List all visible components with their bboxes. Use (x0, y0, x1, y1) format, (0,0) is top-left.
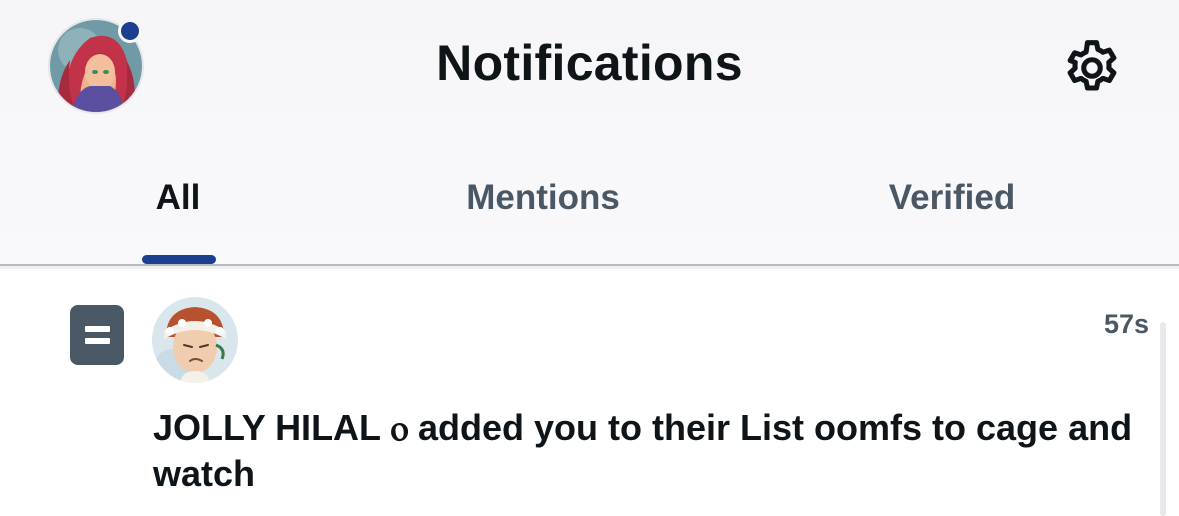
tab-label: All (155, 178, 201, 217)
tab-label: Mentions (466, 178, 620, 217)
tab-label: Verified (888, 178, 1016, 217)
timestamp: 57s (1103, 309, 1149, 339)
settings-button[interactable] (1058, 34, 1126, 102)
header: Notifications All Mentions Verified (0, 0, 1179, 265)
sender-symbol: ⲟ (390, 407, 409, 448)
tab-bar: All Mentions Verified (0, 172, 1179, 265)
list-icon (70, 305, 124, 365)
page-title: Notifications (436, 35, 743, 91)
sender-name[interactable]: JOLLY HILAL (153, 407, 390, 448)
gear-icon (1067, 40, 1117, 91)
active-tab-indicator (142, 255, 216, 264)
sender-avatar[interactable] (152, 297, 238, 383)
notification-item[interactable]: 57s JOLLY HILAL ⲟ added you to their Lis… (0, 269, 1179, 516)
notification-text: JOLLY HILAL ⲟ added you to their List oo… (153, 405, 1153, 497)
sender-avatar-image (152, 297, 238, 383)
scrollbar[interactable] (1160, 322, 1166, 516)
